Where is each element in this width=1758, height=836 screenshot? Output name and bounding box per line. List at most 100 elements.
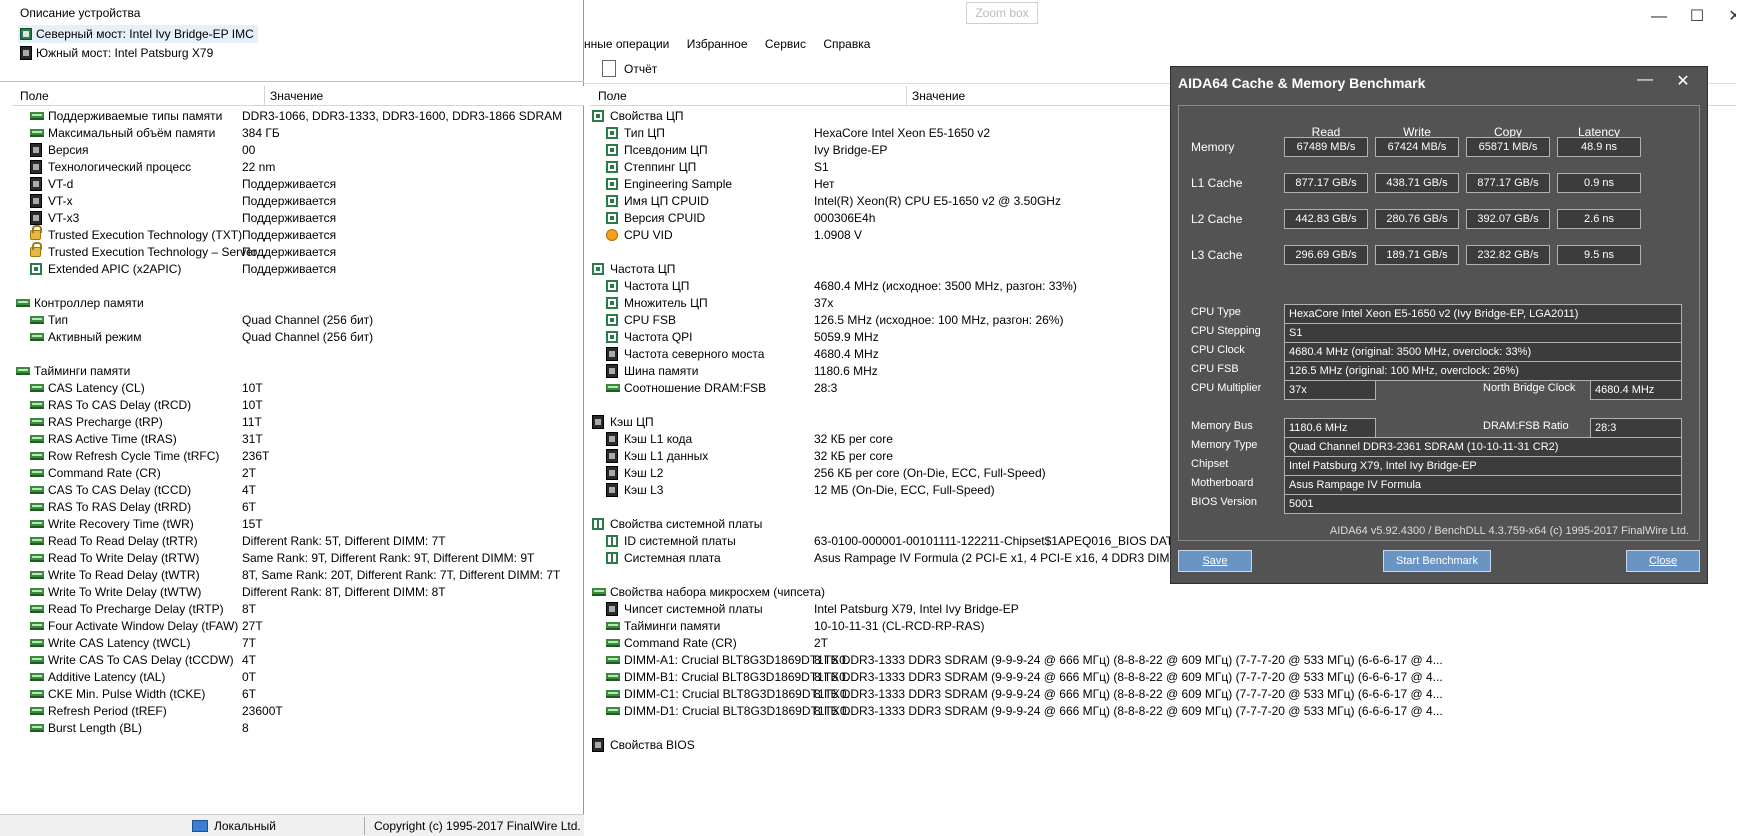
memory-icon <box>30 588 44 596</box>
memory-icon <box>30 707 44 715</box>
bench-value-cell: 189.71 GB/s <box>1375 245 1459 265</box>
device-north-bridge[interactable]: Северный мост: Intel Ivy Bridge-EP IMC <box>18 25 258 43</box>
bench-value-cell: 0.9 ns <box>1557 173 1641 193</box>
cpu-icon <box>606 195 618 207</box>
dialog-close-text-button[interactable]: Close <box>1626 550 1700 572</box>
memory-icon <box>606 384 620 392</box>
field-label: Свойства BIOS <box>610 738 695 752</box>
chip-icon <box>606 432 618 446</box>
memory-icon <box>30 673 44 681</box>
memory-icon <box>30 401 44 409</box>
report-button[interactable]: Отчёт <box>602 60 657 78</box>
bench-row-label: L1 Cache <box>1191 176 1243 190</box>
dialog-minimize-button[interactable]: — <box>1633 71 1657 89</box>
menu-help[interactable]: Справка <box>823 37 870 51</box>
group-row[interactable]: Свойства BIOS <box>590 736 1736 755</box>
memory-type-label: Memory Type <box>1191 439 1258 451</box>
motherboard-icon <box>606 535 618 547</box>
cpu-multiplier-label: CPU Multiplier <box>1191 382 1262 394</box>
chip-icon <box>30 160 42 174</box>
memory-icon <box>30 333 44 341</box>
right-titlebar: Zoom box — ☐ ✕ <box>584 0 1742 34</box>
memory-icon <box>30 486 44 494</box>
cpu-type-value: HexaCore Intel Xeon E5-1650 v2 (Ivy Brid… <box>1284 304 1682 324</box>
cpu-icon <box>606 127 618 139</box>
memory-icon <box>606 622 620 630</box>
bench-value-cell: 48.9 ns <box>1557 137 1641 157</box>
memory-bus-label: Memory Bus <box>1191 420 1253 432</box>
start-benchmark-button[interactable]: Start Benchmark <box>1383 550 1491 572</box>
chip-icon <box>606 449 618 463</box>
zoom-box: Zoom box <box>966 2 1038 24</box>
table-row[interactable]: Активный режим Quad Channel (256 бит) <box>12 328 584 347</box>
bench-value-cell: 2.6 ns <box>1557 209 1641 229</box>
save-button[interactable]: Save <box>1178 550 1252 572</box>
device-south-bridge[interactable]: Южный мост: Intel Patsburg X79 <box>18 44 217 62</box>
table-row[interactable]: DIMM-D1: Crucial BLT8G3D1869DT1TX0. 8 ГБ … <box>590 702 1736 721</box>
cpu-icon <box>606 314 618 326</box>
field-label: Кэш L3 <box>624 483 664 497</box>
chip-icon <box>30 194 42 208</box>
maximize-button[interactable]: ☐ <box>1682 6 1712 28</box>
memory-icon <box>30 112 44 120</box>
memory-icon <box>30 605 44 613</box>
bench-value-cell: 877.17 GB/s <box>1466 173 1550 193</box>
memory-icon <box>30 418 44 426</box>
memory-icon <box>592 588 606 596</box>
field-label: Соотношение DRAM:FSB <box>624 381 767 395</box>
cpu-stepping-value: S1 <box>1284 323 1682 343</box>
memory-icon <box>30 469 44 477</box>
cpu-icon <box>592 263 604 275</box>
memory-icon <box>30 639 44 647</box>
menu-favorites[interactable]: Избранное <box>687 37 748 51</box>
cpu-fsb-label: CPU FSB <box>1191 363 1239 375</box>
minimize-button[interactable]: — <box>1644 6 1674 28</box>
bench-value-cell: 65871 MB/s <box>1466 137 1550 157</box>
column-value-header[interactable]: Значение <box>912 86 965 106</box>
memory-icon <box>30 520 44 528</box>
chip-icon <box>20 46 32 60</box>
memory-icon <box>30 690 44 698</box>
table-row[interactable]: Extended APIC (x2APIC) Поддерживается <box>12 260 584 279</box>
left-column-header: Поле Значение <box>12 86 584 106</box>
chip-icon <box>592 415 604 429</box>
monitor-icon <box>192 820 208 832</box>
column-field-header[interactable]: Поле <box>20 86 49 106</box>
cpu-icon <box>606 212 618 224</box>
memory-type-value: Quad Channel DDR3-2361 SDRAM (10-10-11-3… <box>1284 437 1682 457</box>
table-row[interactable]: Burst Length (BL) 8 <box>12 719 584 738</box>
bench-row-label: L2 Cache <box>1191 212 1243 226</box>
bench-value-cell: 280.76 GB/s <box>1375 209 1459 229</box>
bench-value-cell: 67489 MB/s <box>1284 137 1368 157</box>
column-value-header[interactable]: Значение <box>270 86 323 106</box>
memory-icon <box>606 656 620 664</box>
dialog-close-button[interactable]: ✕ <box>1671 71 1695 91</box>
menu-operations[interactable]: нные операции <box>584 37 669 51</box>
credits-text: AIDA64 v5.92.4300 / BenchDLL 4.3.759-x64… <box>1329 525 1689 537</box>
menu-bar: нные операции Избранное Сервис Справка <box>584 34 884 54</box>
cpu-clock-label: CPU Clock <box>1191 344 1245 356</box>
memory-icon <box>606 690 620 698</box>
bench-value-cell: 877.17 GB/s <box>1284 173 1368 193</box>
memory-icon <box>606 639 620 647</box>
cpu-icon <box>606 144 618 156</box>
motherboard-icon <box>592 518 604 530</box>
memory-icon <box>30 724 44 732</box>
field-value: 8 ГБ DDR3-1333 DDR3 SDRAM (9-9-9-24 @ 66… <box>814 704 1443 718</box>
bench-value-cell: 438.71 GB/s <box>1375 173 1459 193</box>
motherboard-label: Motherboard <box>1191 477 1254 489</box>
voltage-icon <box>606 229 618 241</box>
cpu-icon <box>606 297 618 309</box>
field-label: Extended APIC (x2APIC) <box>48 262 182 276</box>
dram-fsb-label: DRAM:FSB Ratio <box>1483 420 1569 432</box>
memory-icon <box>606 673 620 681</box>
column-field-header[interactable]: Поле <box>598 86 627 106</box>
bench-value-cell: 9.5 ns <box>1557 245 1641 265</box>
cpu-icon <box>606 178 618 190</box>
vertical-scrollbar[interactable] <box>1736 0 1754 836</box>
memory-icon <box>16 299 30 307</box>
menu-service[interactable]: Сервис <box>765 37 806 51</box>
motherboard-icon <box>606 552 618 564</box>
cpu-fsb-value: 126.5 MHz (original: 100 MHz, overclock:… <box>1284 361 1682 381</box>
cpu-type-label: CPU Type <box>1191 306 1241 318</box>
